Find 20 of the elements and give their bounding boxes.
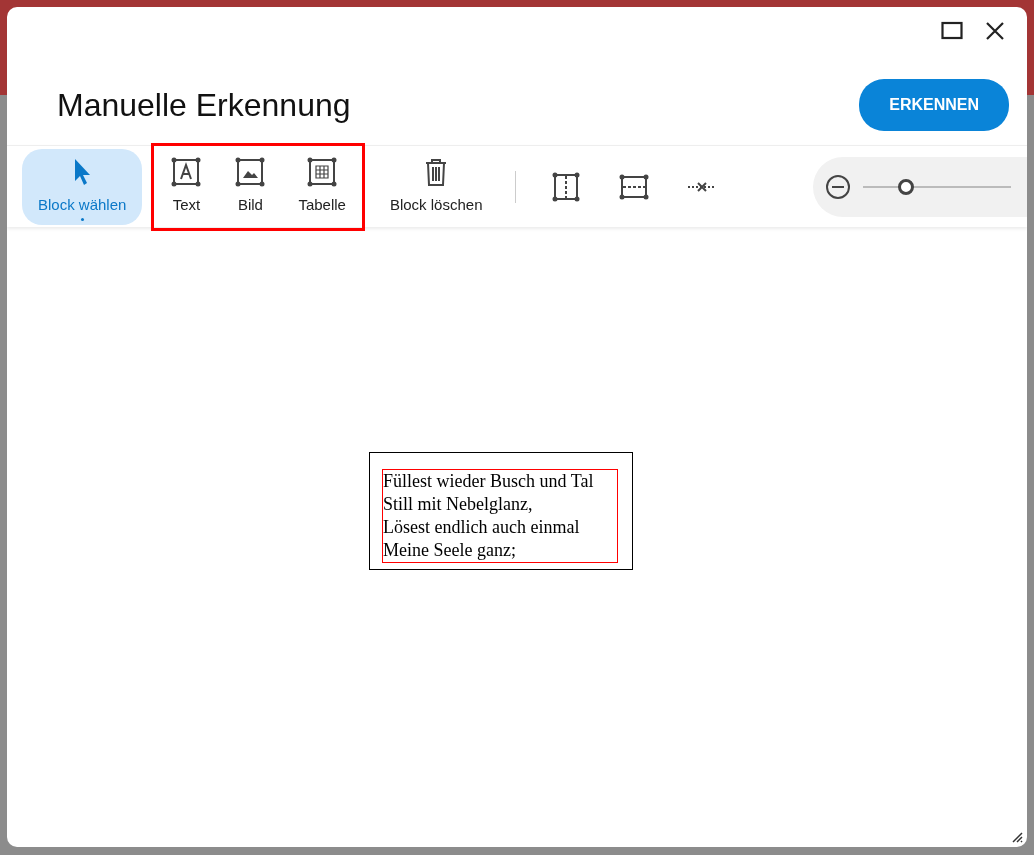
image-frame-icon — [234, 156, 267, 189]
dialog-title: Manuelle Erkennung — [57, 85, 351, 125]
tool-button[interactable]: Text — [154, 148, 219, 225]
slider-thumb[interactable] — [897, 178, 914, 195]
recognize-button[interactable]: ERKENNEN — [859, 79, 1009, 131]
resize-grip-icon[interactable] — [1011, 831, 1023, 843]
tool-button[interactable]: Block löschen — [373, 148, 499, 225]
tool-button[interactable]: Tabelle — [282, 148, 362, 225]
text-line: Meine Seele ganz; — [383, 539, 517, 562]
zoom-out-icon[interactable] — [825, 173, 851, 200]
text-line: Still mit Nebelglanz, — [383, 493, 534, 516]
maximize-icon[interactable] — [941, 21, 963, 41]
text-line: Füllest wieder Busch und Tal — [383, 470, 595, 493]
text-block[interactable]: Füllest wieder Busch und Tal Still mit Nebelglanz, Lösest endlich auch einmal Meine Seele ganz; — [382, 469, 618, 563]
tool-button[interactable]: Block wählen — [22, 148, 143, 225]
text-frame-icon — [170, 156, 203, 189]
tool-button[interactable]: Bild — [218, 148, 283, 225]
table-frame-icon — [306, 156, 339, 189]
close-icon[interactable] — [985, 21, 1005, 41]
text-line: Lösest endlich auch einmal — [383, 516, 581, 539]
